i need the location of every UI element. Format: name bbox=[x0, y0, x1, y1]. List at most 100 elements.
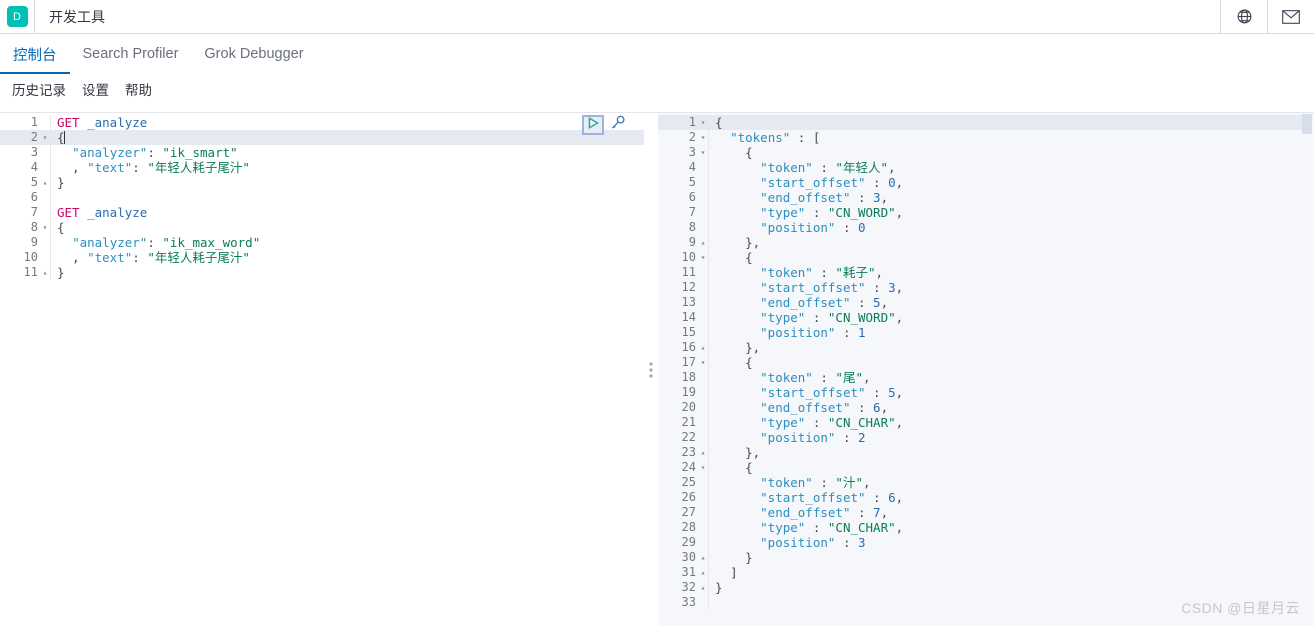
code-text[interactable]: } bbox=[50, 175, 644, 190]
fold-toggle-icon[interactable]: ▴ bbox=[698, 550, 708, 565]
code-line[interactable]: 30 ▴ } bbox=[658, 550, 1314, 565]
code-text[interactable]: "type" : "CN_WORD", bbox=[708, 310, 1314, 325]
code-text[interactable]: ] bbox=[708, 565, 1314, 580]
code-text[interactable]: }, bbox=[708, 340, 1314, 355]
code-text[interactable]: { bbox=[50, 130, 644, 145]
splitter-drag-handle[interactable] bbox=[649, 362, 653, 377]
code-text[interactable]: , "text": "年轻人耗子尾汁" bbox=[50, 250, 644, 265]
code-text[interactable]: "analyzer": "ik_smart" bbox=[50, 145, 644, 160]
code-text[interactable]: { bbox=[708, 460, 1314, 475]
code-line[interactable]: 11 "token" : "耗子", bbox=[658, 265, 1314, 280]
code-text[interactable]: } bbox=[50, 265, 644, 280]
code-line[interactable]: 12 "start_offset" : 3, bbox=[658, 280, 1314, 295]
code-line[interactable]: 14 "type" : "CN_WORD", bbox=[658, 310, 1314, 325]
fold-toggle-icon[interactable]: ▴ bbox=[698, 340, 708, 355]
code-line[interactable]: 28 "type" : "CN_CHAR", bbox=[658, 520, 1314, 535]
code-line[interactable]: 26 "start_offset" : 6, bbox=[658, 490, 1314, 505]
code-text[interactable]: "token" : "尾", bbox=[708, 370, 1314, 385]
code-text[interactable] bbox=[50, 190, 644, 205]
fold-toggle-icon[interactable]: ▾ bbox=[698, 130, 708, 145]
fold-toggle-icon[interactable]: ▴ bbox=[40, 175, 50, 190]
code-line[interactable]: 10 , "text": "年轻人耗子尾汁" bbox=[0, 250, 644, 265]
code-text[interactable]: "token" : "年轻人", bbox=[708, 160, 1314, 175]
code-line[interactable]: 16 ▴ }, bbox=[658, 340, 1314, 355]
code-line[interactable]: 13 "end_offset" : 5, bbox=[658, 295, 1314, 310]
fold-toggle-icon[interactable]: ▾ bbox=[40, 130, 50, 145]
code-text[interactable]: } bbox=[708, 580, 1314, 595]
code-line[interactable]: 15 "position" : 1 bbox=[658, 325, 1314, 340]
code-line[interactable]: 2 ▾{ bbox=[0, 130, 644, 145]
code-text[interactable]: "start_offset" : 3, bbox=[708, 280, 1314, 295]
code-line[interactable]: 19 "start_offset" : 5, bbox=[658, 385, 1314, 400]
code-line[interactable]: 25 "token" : "汁", bbox=[658, 475, 1314, 490]
code-line[interactable]: 3 ▾ { bbox=[658, 145, 1314, 160]
fold-toggle-icon[interactable]: ▴ bbox=[698, 580, 708, 595]
fold-toggle-icon[interactable]: ▴ bbox=[698, 235, 708, 250]
code-line[interactable]: 5 ▴} bbox=[0, 175, 644, 190]
app-logo-badge[interactable]: D bbox=[6, 6, 28, 27]
fold-toggle-icon[interactable]: ▾ bbox=[698, 460, 708, 475]
fold-toggle-icon[interactable]: ▴ bbox=[40, 265, 50, 280]
menu-item-help[interactable]: 帮助 bbox=[117, 79, 160, 99]
fold-toggle-icon[interactable]: ▾ bbox=[698, 250, 708, 265]
send-request-play-button[interactable] bbox=[582, 115, 604, 135]
request-editor-code[interactable]: 1 GET _analyze 2 ▾{3 "analyzer": "ik_smart"… bbox=[0, 113, 644, 280]
code-line[interactable]: 6 "end_offset" : 3, bbox=[658, 190, 1314, 205]
tab-search-profiler[interactable]: Search Profiler bbox=[70, 34, 192, 74]
tab-console[interactable]: 控制台 bbox=[0, 34, 70, 74]
code-line[interactable]: 11 ▴} bbox=[0, 265, 644, 280]
code-line[interactable]: 22 "position" : 2 bbox=[658, 430, 1314, 445]
code-line[interactable]: 24 ▾ { bbox=[658, 460, 1314, 475]
code-line[interactable]: 9 "analyzer": "ik_max_word" bbox=[0, 235, 644, 250]
code-text[interactable]: "end_offset" : 6, bbox=[708, 400, 1314, 415]
code-text[interactable]: GET _analyze bbox=[50, 205, 644, 220]
menu-item-history[interactable]: 历史记录 bbox=[4, 79, 74, 99]
code-text[interactable]: { bbox=[708, 355, 1314, 370]
code-text[interactable]: "end_offset" : 5, bbox=[708, 295, 1314, 310]
fold-toggle-icon[interactable]: ▾ bbox=[698, 145, 708, 160]
fold-toggle-icon[interactable]: ▾ bbox=[698, 355, 708, 370]
response-scrollbar-thumb[interactable] bbox=[1302, 114, 1312, 134]
code-line[interactable]: 20 "end_offset" : 6, bbox=[658, 400, 1314, 415]
code-text[interactable]: , "text": "年轻人耗子尾汁" bbox=[50, 160, 644, 175]
code-text[interactable]: } bbox=[708, 550, 1314, 565]
code-text[interactable]: "position" : 3 bbox=[708, 535, 1314, 550]
code-text[interactable]: "type" : "CN_WORD", bbox=[708, 205, 1314, 220]
code-text[interactable]: GET _analyze bbox=[50, 115, 644, 130]
code-text[interactable]: "start_offset" : 6, bbox=[708, 490, 1314, 505]
response-viewer-panel[interactable]: 1 ▾{2 ▾ "tokens" : [3 ▾ {4 "token" : "年轻人",… bbox=[658, 112, 1314, 626]
code-line[interactable]: 27 "end_offset" : 7, bbox=[658, 505, 1314, 520]
code-line[interactable]: 7 "type" : "CN_WORD", bbox=[658, 205, 1314, 220]
code-line[interactable]: 9 ▴ }, bbox=[658, 235, 1314, 250]
code-line[interactable]: 6 bbox=[0, 190, 644, 205]
code-line[interactable]: 4 "token" : "年轻人", bbox=[658, 160, 1314, 175]
tab-grok-debugger[interactable]: Grok Debugger bbox=[191, 34, 316, 74]
code-line[interactable]: 1 GET _analyze bbox=[0, 115, 644, 130]
code-text[interactable]: { bbox=[708, 250, 1314, 265]
code-line[interactable]: 18 "token" : "尾", bbox=[658, 370, 1314, 385]
code-text[interactable]: "token" : "汁", bbox=[708, 475, 1314, 490]
code-line[interactable]: 3 "analyzer": "ik_smart" bbox=[0, 145, 644, 160]
fold-toggle-icon[interactable]: ▴ bbox=[698, 565, 708, 580]
code-line[interactable]: 17 ▾ { bbox=[658, 355, 1314, 370]
code-text[interactable]: "position" : 0 bbox=[708, 220, 1314, 235]
response-scrollbar[interactable] bbox=[1302, 113, 1314, 626]
code-line[interactable]: 21 "type" : "CN_CHAR", bbox=[658, 415, 1314, 430]
code-text[interactable]: "token" : "耗子", bbox=[708, 265, 1314, 280]
panel-splitter[interactable] bbox=[644, 112, 658, 626]
code-line[interactable]: 10 ▾ { bbox=[658, 250, 1314, 265]
code-text[interactable]: { bbox=[708, 145, 1314, 160]
code-line[interactable]: 4 , "text": "年轻人耗子尾汁" bbox=[0, 160, 644, 175]
code-text[interactable]: "end_offset" : 7, bbox=[708, 505, 1314, 520]
code-line[interactable]: 5 "start_offset" : 0, bbox=[658, 175, 1314, 190]
code-line[interactable]: 23 ▴ }, bbox=[658, 445, 1314, 460]
code-text[interactable]: "type" : "CN_CHAR", bbox=[708, 520, 1314, 535]
code-text[interactable]: "position" : 1 bbox=[708, 325, 1314, 340]
code-text[interactable]: "tokens" : [ bbox=[708, 130, 1314, 145]
code-line[interactable]: 7 GET _analyze bbox=[0, 205, 644, 220]
code-line[interactable]: 8 ▾ { bbox=[0, 220, 644, 235]
fold-toggle-icon[interactable]: ▾ bbox=[698, 115, 708, 130]
code-line[interactable]: 29 "position" : 3 bbox=[658, 535, 1314, 550]
code-text[interactable]: "end_offset" : 3, bbox=[708, 190, 1314, 205]
code-text[interactable]: "type" : "CN_CHAR", bbox=[708, 415, 1314, 430]
